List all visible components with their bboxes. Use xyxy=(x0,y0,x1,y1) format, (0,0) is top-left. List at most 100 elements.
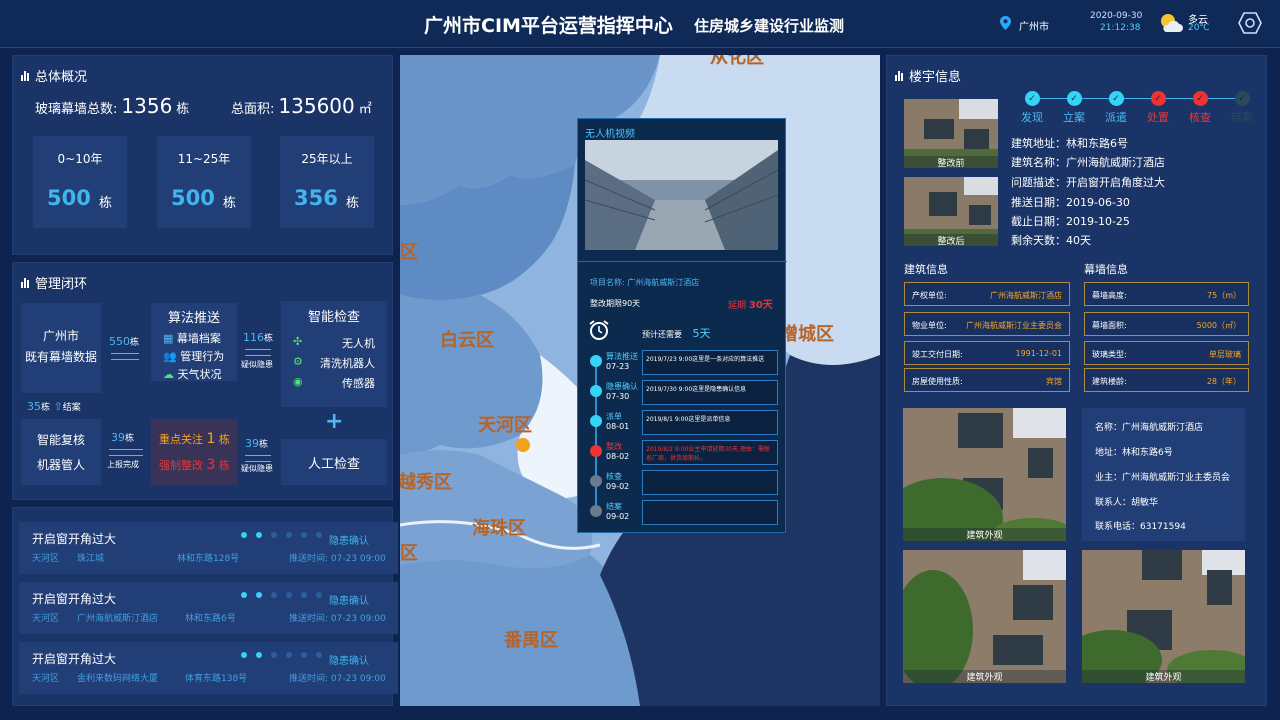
settings-hexagon-icon[interactable] xyxy=(1238,12,1262,34)
detail-phone: 联系电话：63171594 xyxy=(1095,522,1186,532)
source-data-box: 广州市 既有幕墙数据 xyxy=(21,303,101,393)
timeline-step-6-text xyxy=(642,500,778,525)
arrow3 xyxy=(245,455,271,462)
timeline-step-3-text: 2019/8/1 9:00这里是派单信息 xyxy=(642,410,778,435)
building-exterior-photo-3[interactable]: 建筑外观 xyxy=(1082,550,1245,683)
timeline-step-6-name: 结案 xyxy=(606,502,622,511)
wall-info-title: 幕墙信息 xyxy=(1084,263,1128,276)
info-property: 物业单位: 广州海航威斯汀业主委员会 xyxy=(904,312,1070,336)
force-stat: 强制整改 3 栋 xyxy=(159,457,230,473)
area-stat: 总面积: 135600 ㎡ xyxy=(231,94,372,118)
arrow4-label: 39栋 xyxy=(111,431,135,444)
map-label-tianhe: 天河区 xyxy=(478,415,532,436)
map-label-yuexiu: 越秀区 xyxy=(400,472,452,493)
app-title: 广州市CIM平台运营指挥中心 xyxy=(424,15,673,37)
map-label-zengcheng: 增城区 xyxy=(780,324,834,345)
location-pin-icon xyxy=(1000,16,1011,30)
alert-card[interactable]: 开启窗开角过大 隐患确认 天河区 广州海航威斯汀酒店 林和东路6号 推送时间: … xyxy=(19,582,398,634)
progress-dots xyxy=(241,592,331,598)
drone-icon: ✣ xyxy=(293,335,303,348)
building-problem: 问题描述：开启窗开启角度过大 xyxy=(1011,176,1165,189)
info-completion: 竣工交付日期: 1991-12-01 xyxy=(904,341,1070,365)
area-value: 135600 xyxy=(278,94,355,118)
closed-stat: 35栋 ⇧结案 xyxy=(27,400,81,413)
progress-dots xyxy=(241,532,331,538)
inspect-item-drone: 无人机 xyxy=(342,337,375,350)
arrow1 xyxy=(111,353,139,360)
wall-glass-type: 玻璃类型: 单层玻璃 xyxy=(1084,341,1249,365)
map-label-haizhu: 海珠区 xyxy=(472,518,526,539)
loop-panel: 管理闭环 广州市 既有幕墙数据 550栋 算法推送 ▦ 幕墙档案 👥 管理行为 … xyxy=(12,262,393,500)
total-value: 1356 xyxy=(121,94,173,118)
review-box: 智能复核 机器管人 xyxy=(21,419,101,485)
category-11-25: 11~25年 500 栋 xyxy=(157,136,251,228)
alert-card[interactable]: 开启窗开角过大 隐患确认 天河区 珠江城 林和东路128号 推送时间: 07-2… xyxy=(19,522,398,574)
info-usage: 房屋使用性质: 宾馆 xyxy=(904,368,1070,392)
bars-icon xyxy=(21,277,29,288)
overview-panel: 总体概况 玻璃幕墙总数: 1356 栋 总面积: 135600 ㎡ 0~10年 500 栋 … xyxy=(12,55,393,255)
map-label-southwest: 区 xyxy=(400,543,418,564)
building-name: 建筑名称：广州海航威斯汀酒店 xyxy=(1011,156,1165,169)
alert-card[interactable]: 开启窗开角过大 隐患确认 天河区 金利来数码网络大厦 体育东路138号 推送时间… xyxy=(19,642,398,694)
arrow3-caption: 疑似隐患 xyxy=(241,464,273,473)
drone-video-image[interactable] xyxy=(585,140,778,250)
app-subtitle: 住房城乡建设行业监测 xyxy=(694,17,845,35)
detail-contact: 联系人：胡敏华 xyxy=(1095,498,1159,508)
algo-box: 算法推送 ▦ 幕墙档案 👥 管理行为 ☁ 天气状况 xyxy=(151,303,237,381)
robot-icon: ⚙ xyxy=(293,355,303,368)
timeline-step-1-name: 算法推送 xyxy=(606,352,638,361)
period-label: 整改期限90天 xyxy=(590,299,641,308)
timeline-step-3-name: 派单 xyxy=(606,412,622,421)
timeline-step-2-text: 2019/7/30 9:00这里是隐患确认信息 xyxy=(642,380,778,405)
bars-icon xyxy=(21,70,29,81)
arrow1-label: 550栋 xyxy=(109,335,140,348)
before-photo[interactable]: 整改前 xyxy=(904,99,998,168)
manual-inspect-box: 人工检查 xyxy=(281,439,387,485)
map-label-baiyun: 白云区 xyxy=(440,330,494,351)
detail-name: 名称：广州海航威斯汀酒店 xyxy=(1095,423,1204,433)
map-label-west: 区 xyxy=(400,242,418,263)
overdue-stat: 延期 30天 xyxy=(728,300,773,311)
timeline-step-3-date: 08-01 xyxy=(606,422,630,431)
weather-temperature: 20℃ xyxy=(1188,23,1210,33)
decision-box: 重点关注 1 栋 强制整改 3 栋 xyxy=(151,419,237,485)
inspect-item-robot: 清洗机器人 xyxy=(320,357,375,370)
inspect-item-sensor: 传感器 xyxy=(342,377,375,390)
header: 广州市CIM平台运营指挥中心 住房城乡建设行业监测 广州市 2020-09-30… xyxy=(0,0,1280,48)
arrow2-caption: 疑似隐患 xyxy=(241,360,273,369)
loop-title: 管理闭环 xyxy=(21,273,87,292)
algo-item-behavior: 👥 管理行为 xyxy=(163,350,225,363)
after-photo[interactable]: 整改后 xyxy=(904,177,998,246)
building-push-date: 推送日期：2019-06-30 xyxy=(1011,196,1130,209)
timeline-step-5-text xyxy=(642,470,778,495)
arrow3-label: 39栋 xyxy=(245,437,269,450)
algo-item-archive: ▦ 幕墙档案 xyxy=(163,332,221,345)
overview-title: 总体概况 xyxy=(21,66,87,85)
timeline-step-4-name: 整改 xyxy=(606,442,622,451)
info-owner: 产权单位: 广州海航威斯汀酒店 xyxy=(904,282,1070,306)
incident-popup: 无人机视频 项目名称: 广州海航威斯汀酒店 整改期限90天 延期 30天 预计还… xyxy=(577,118,787,533)
timeline-step-5-date: 09-02 xyxy=(606,482,630,491)
building-info-title: 建筑信息 xyxy=(904,263,948,276)
sensor-icon: ◉ xyxy=(293,375,303,388)
arrow4 xyxy=(109,449,143,456)
partly-cloudy-icon xyxy=(1161,14,1183,32)
alarm-clock-icon xyxy=(589,320,609,340)
plus-icon: + xyxy=(325,409,344,434)
focus-stat: 重点关注 1 栋 xyxy=(159,431,230,447)
detail-owner: 业主：广州海航威斯汀业主委员会 xyxy=(1095,473,1231,483)
city-selector[interactable]: 广州市 xyxy=(1019,18,1049,33)
arrow2 xyxy=(245,349,271,356)
timeline-line xyxy=(595,359,597,511)
building-exterior-photo-1[interactable]: 建筑外观 xyxy=(903,408,1066,541)
building-title: 楼宇信息 xyxy=(895,66,961,85)
arrow2-label: 116栋 xyxy=(243,331,274,344)
remaining-stat: 预计还需要 5天 xyxy=(642,327,711,340)
wall-age: 建筑楼龄: 28（年） xyxy=(1084,368,1249,392)
total-stat: 玻璃幕墙总数: 1356 栋 xyxy=(35,94,190,118)
category-0-10: 0~10年 500 栋 xyxy=(33,136,127,228)
map-label-panyu: 番禺区 xyxy=(504,630,558,651)
timeline-step-5-name: 核查 xyxy=(606,472,622,481)
building-exterior-photo-2[interactable]: 建筑外观 xyxy=(903,550,1066,683)
detail-address: 地址：林和东路6号 xyxy=(1095,448,1173,458)
